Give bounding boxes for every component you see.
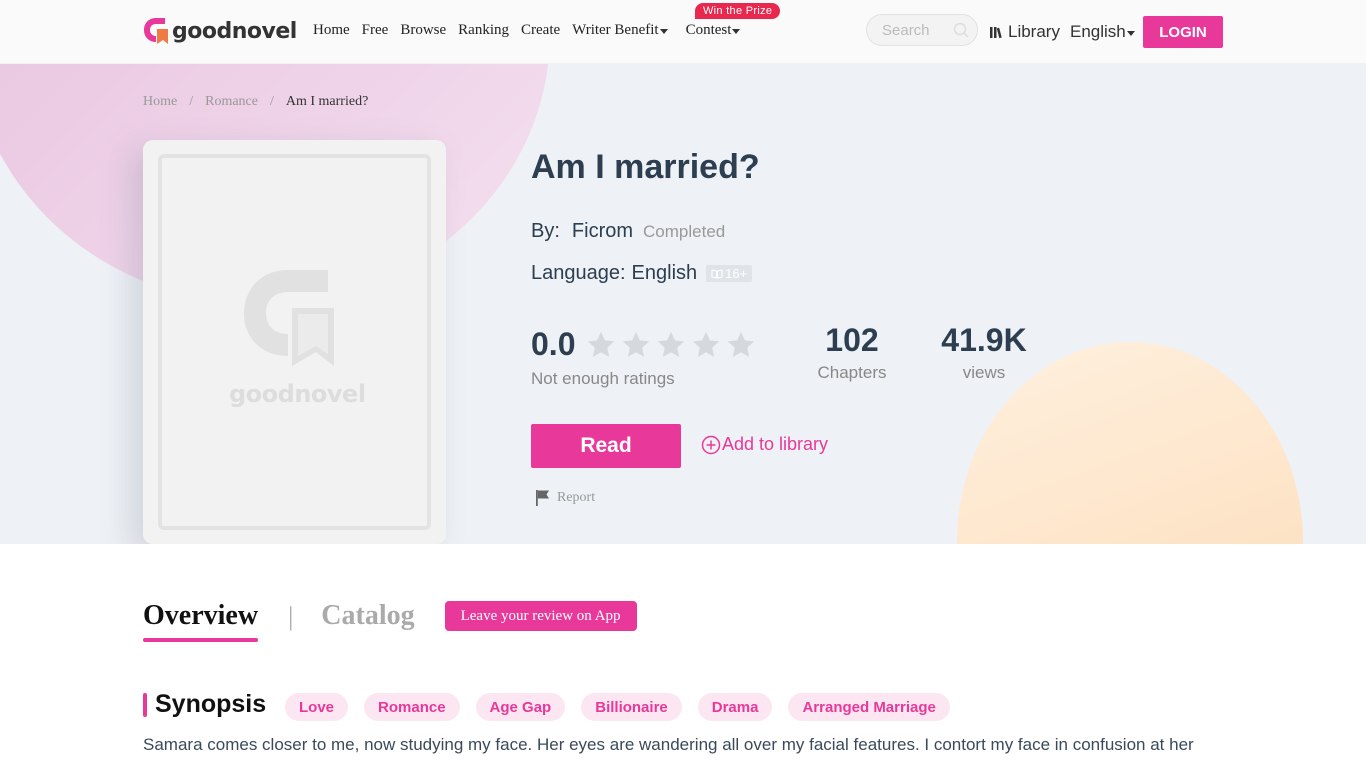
star-icon xyxy=(727,331,755,357)
breadcrumb-romance[interactable]: Romance xyxy=(205,94,258,110)
breadcrumb-separator: / xyxy=(189,94,194,109)
chapters-count: 102 xyxy=(825,322,879,358)
star-icon xyxy=(587,331,615,357)
book-cover: goodnovel xyxy=(143,140,446,544)
logo-text: goodnovel xyxy=(172,18,297,44)
goodnovel-placeholder-icon xyxy=(244,270,334,366)
book-icon xyxy=(711,268,723,279)
leave-review-button[interactable]: Leave your review on App xyxy=(444,601,637,631)
book-language: Language: English 16+ xyxy=(531,262,753,285)
nav-home-label: Home xyxy=(313,22,350,38)
breadcrumb-current: Am I married? xyxy=(285,94,369,109)
book-hero: Home / Romance / Am I married? goodnovel… xyxy=(0,64,1366,544)
add-to-library-button[interactable]: Add to library xyxy=(701,434,828,455)
views-stat: 41.9K views xyxy=(940,322,1028,383)
add-to-library-label: Add to library xyxy=(722,434,829,454)
tag-age-gap[interactable]: Age Gap xyxy=(475,693,566,721)
genre-tags: Love Romance Age Gap Billionaire Drama A… xyxy=(285,693,966,721)
synopsis-text: Samara comes closer to me, now studying … xyxy=(143,735,1194,754)
content-tabs: Overview | Catalog Leave your review on … xyxy=(143,600,637,642)
report-link[interactable]: Report xyxy=(535,489,595,506)
tab-separator: | xyxy=(288,602,294,631)
language-selector[interactable]: English xyxy=(1070,22,1135,42)
chapters-label: Chapters xyxy=(817,363,887,382)
rating-stars xyxy=(586,330,761,360)
read-button[interactable]: Read xyxy=(531,424,681,468)
nav-ranking[interactable]: Ranking xyxy=(458,22,509,39)
synopsis-heading-text: Synopsis xyxy=(155,690,267,718)
chevron-down-icon xyxy=(732,29,741,34)
chevron-down-icon xyxy=(659,29,668,34)
age-rating-badge: 16+ xyxy=(706,265,753,282)
book-byline: By: Ficrom Completed xyxy=(531,220,725,243)
search-input[interactable] xyxy=(882,15,962,45)
language-prefix: Language: xyxy=(531,262,626,284)
chapters-stat: 102 Chapters xyxy=(813,322,891,383)
nav-contest-label: Contest xyxy=(685,22,732,38)
tab-catalog[interactable]: Catalog xyxy=(321,600,414,638)
language-label: English xyxy=(1070,22,1126,41)
report-label: Report xyxy=(557,489,596,505)
nav-create-label: Create xyxy=(521,22,561,38)
plus-circle-icon xyxy=(701,435,721,454)
library-icon xyxy=(990,27,1002,39)
book-status: Completed xyxy=(643,222,726,241)
search-box xyxy=(866,14,978,46)
search-icon[interactable] xyxy=(953,22,969,38)
language-value: English xyxy=(631,262,698,284)
flag-icon xyxy=(536,490,549,506)
tag-love[interactable]: Love xyxy=(285,693,349,721)
age-rating-text: 16+ xyxy=(725,266,748,281)
top-header: goodnovel Home Free Browse Ranking Creat… xyxy=(0,0,1366,64)
login-button[interactable]: LOGIN xyxy=(1143,16,1223,48)
breadcrumb-home[interactable]: Home xyxy=(143,94,177,110)
nav-create[interactable]: Create xyxy=(521,22,560,39)
book-title: Am I married? xyxy=(531,148,760,186)
star-icon xyxy=(622,331,650,357)
breadcrumb: Home / Romance / Am I married? xyxy=(143,94,368,110)
star-icon xyxy=(692,331,720,357)
rating-score: 0.0 xyxy=(531,326,576,362)
cover-frame: goodnovel xyxy=(158,154,431,530)
nav-home[interactable]: Home xyxy=(313,22,350,39)
author-link[interactable]: Ficrom xyxy=(572,220,633,243)
views-label: views xyxy=(962,363,1006,382)
goodnovel-logo[interactable]: goodnovel xyxy=(143,16,297,46)
tag-romance[interactable]: Romance xyxy=(364,693,460,721)
goodnovel-logo-icon xyxy=(144,18,168,44)
nav-ranking-label: Ranking xyxy=(458,22,509,38)
library-label: Library xyxy=(1008,22,1060,41)
nav-free-label: Free xyxy=(361,22,389,38)
chevron-down-icon xyxy=(1126,30,1135,36)
nav-free[interactable]: Free xyxy=(362,22,389,39)
star-icon xyxy=(657,331,685,357)
breadcrumb-separator: / xyxy=(269,94,274,109)
by-label: By: xyxy=(531,220,560,242)
tag-billionaire[interactable]: Billionaire xyxy=(581,693,682,721)
library-link[interactable]: Library xyxy=(989,22,1060,42)
nav-contest[interactable]: Contest xyxy=(686,22,741,39)
main-nav: Home Free Browse Ranking Create Writer B… xyxy=(313,22,752,39)
win-prize-badge[interactable]: Win the Prize xyxy=(695,3,781,19)
views-count: 41.9K xyxy=(941,322,1027,358)
rating-note: Not enough ratings xyxy=(531,369,675,388)
tag-arranged-marriage[interactable]: Arranged Marriage xyxy=(788,693,950,721)
cover-placeholder-text: goodnovel xyxy=(229,380,366,408)
nav-writer-benefit[interactable]: Writer Benefit xyxy=(572,22,668,39)
tag-drama[interactable]: Drama xyxy=(697,693,773,721)
nav-browse-label: Browse xyxy=(400,22,447,38)
tab-overview[interactable]: Overview xyxy=(143,600,259,642)
nav-writer-benefit-label: Writer Benefit xyxy=(572,22,659,38)
nav-browse[interactable]: Browse xyxy=(400,22,446,39)
synopsis-heading: Synopsis xyxy=(143,690,266,719)
